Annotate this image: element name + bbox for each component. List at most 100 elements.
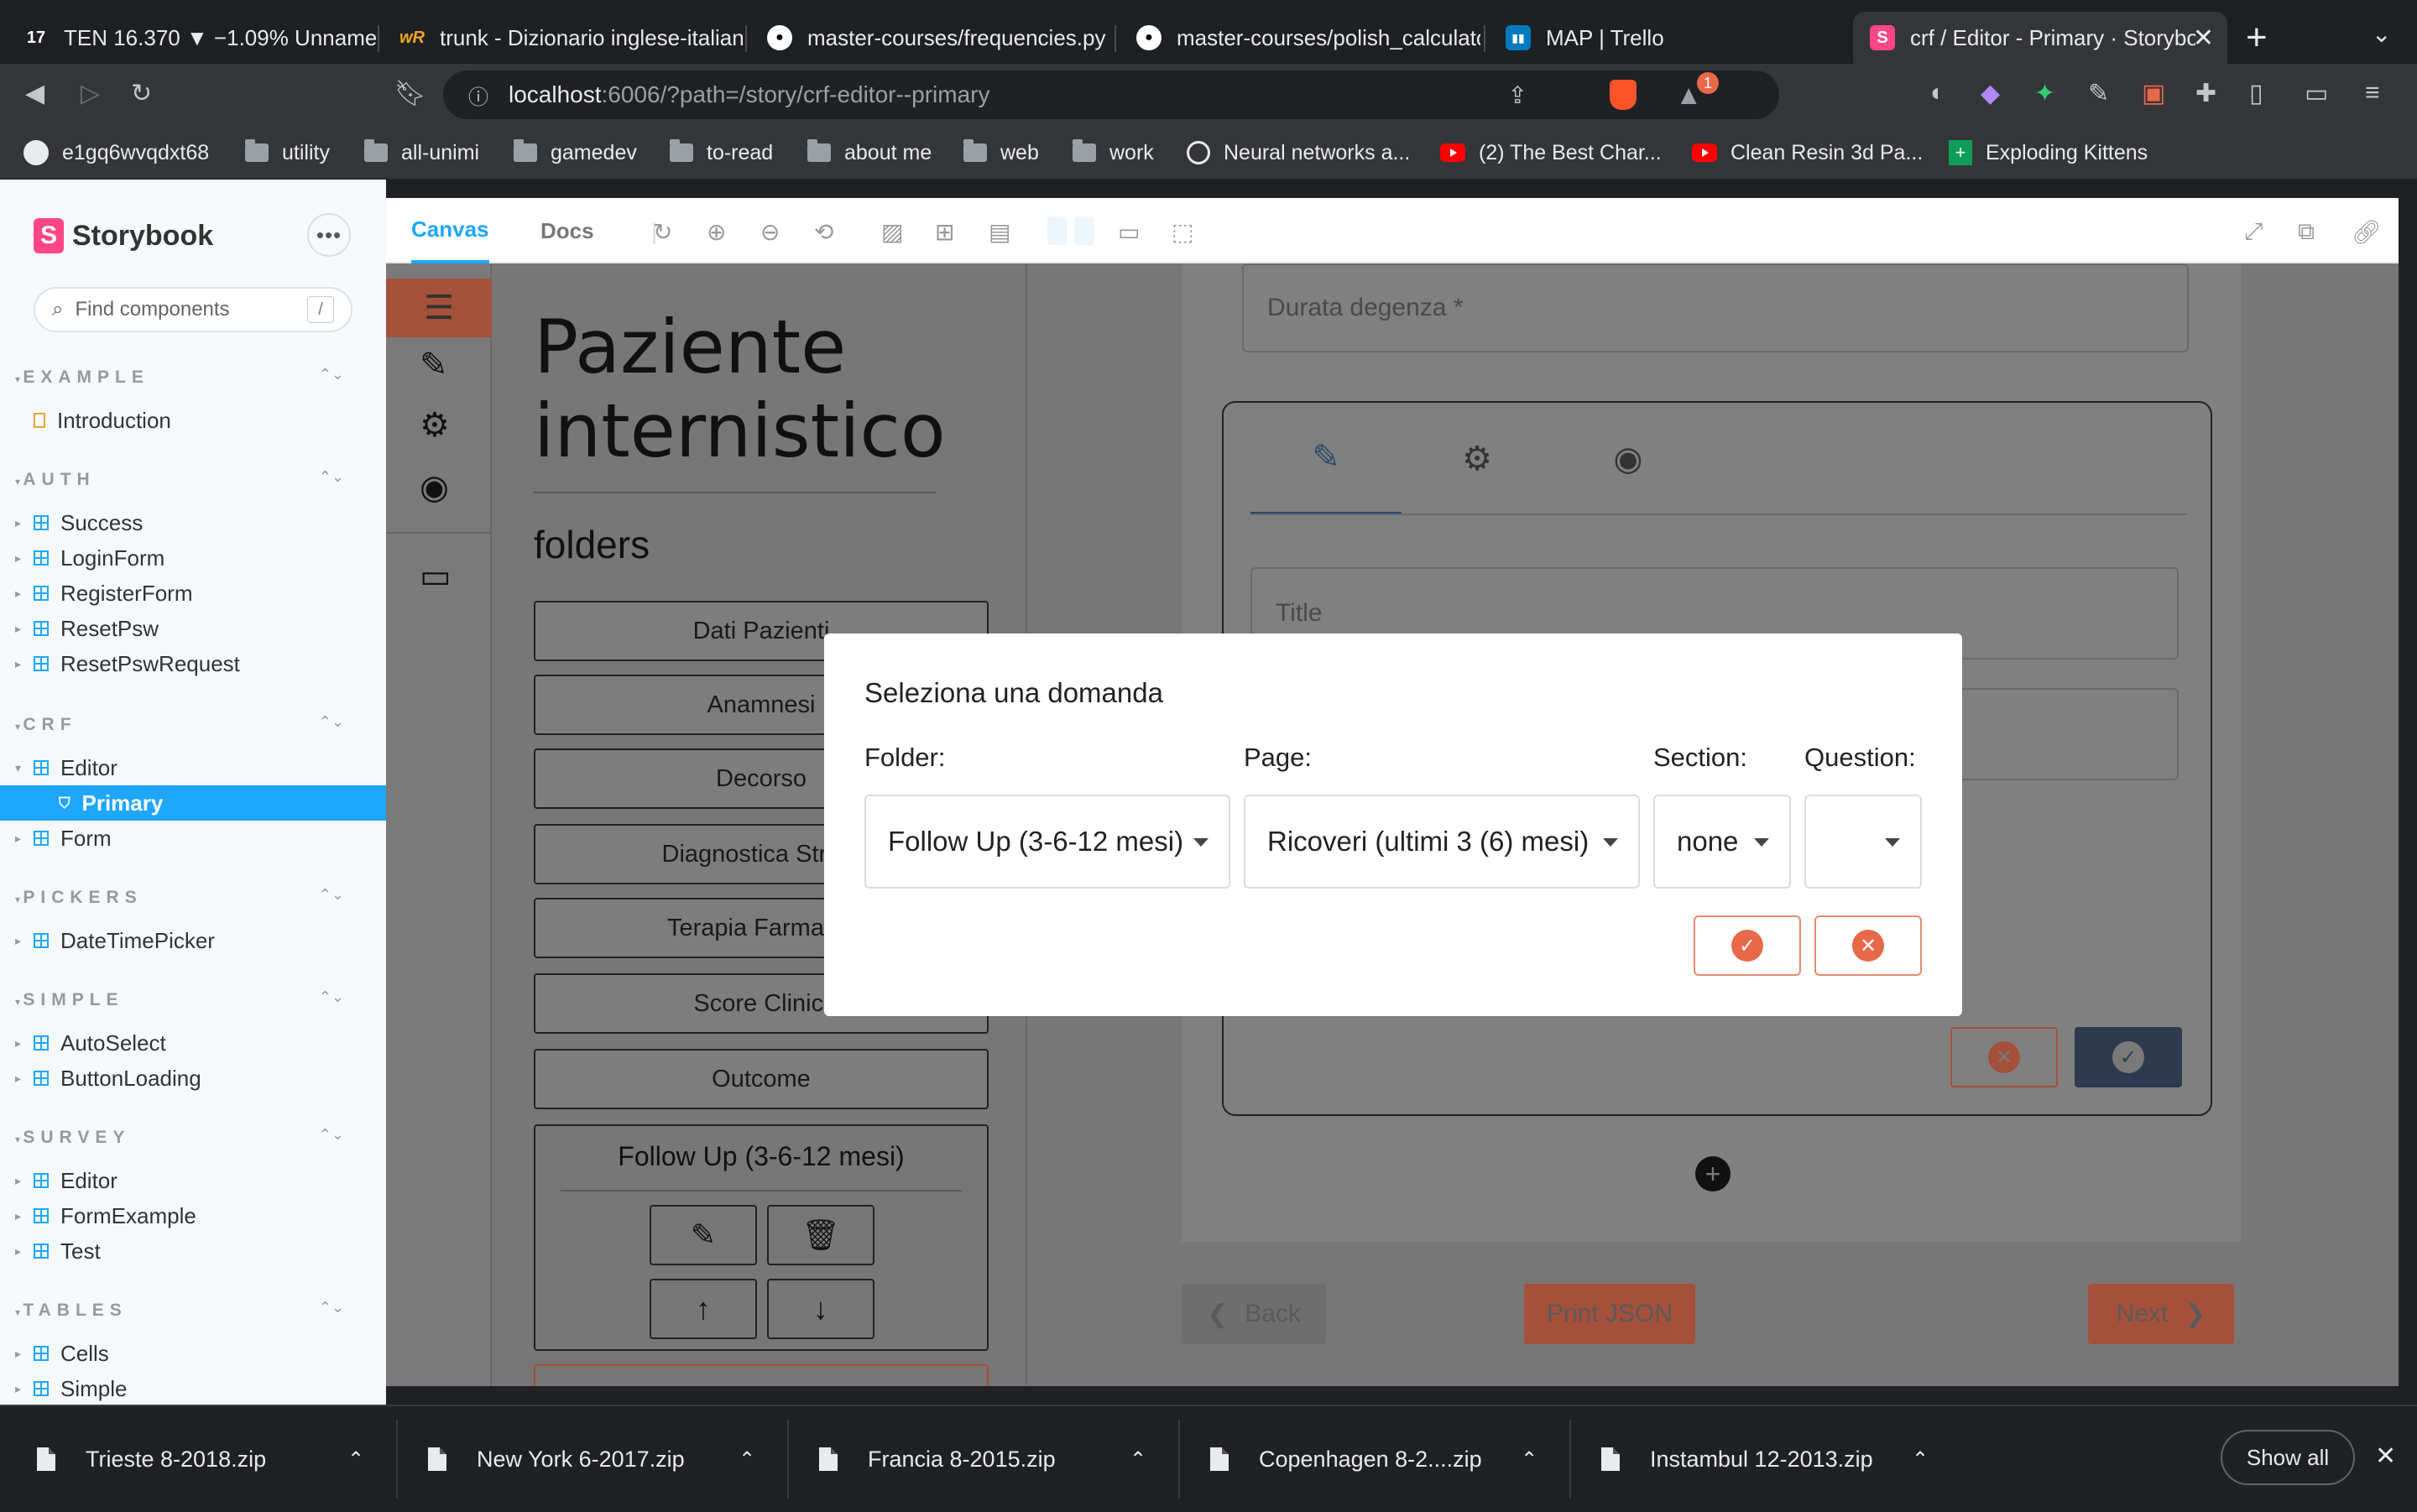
sidebar-item-formexample[interactable]: ▸ FormExample xyxy=(0,1198,386,1233)
gear-icon[interactable]: ⚙ xyxy=(1402,403,1553,515)
pencil-icon[interactable]: ✎ xyxy=(1250,403,1402,515)
group-auth[interactable]: ▾ AUTH xyxy=(15,470,96,490)
collapse-icon[interactable]: ⌃⌄ xyxy=(319,366,344,383)
extension-icon[interactable]: ◐ xyxy=(1930,79,1945,107)
share-icon[interactable]: ⇪ xyxy=(1508,81,1527,109)
download-item[interactable]: Copenhagen 8-2....zip ⌃ xyxy=(1173,1406,1537,1512)
sidebar-item-survey-editor[interactable]: ▸ Editor xyxy=(0,1163,386,1198)
fullscreen-icon[interactable]: ⤢ xyxy=(2244,218,2263,246)
back-icon[interactable]: ◀ xyxy=(25,79,44,108)
bookmark-item[interactable]: e1gq6wvqdxt68 xyxy=(23,138,209,168)
sidebar-item-loginform[interactable]: ▸ LoginForm xyxy=(0,540,386,576)
bookmark-folder[interactable]: about me xyxy=(807,138,932,168)
tab-search-icon[interactable]: ⌄ xyxy=(2372,20,2391,48)
page-select[interactable]: Ricoveri (ultimi 3 (6) mesi) xyxy=(1244,795,1640,889)
sidebar-item-resetpsw[interactable]: ▸ ResetPsw xyxy=(0,611,386,646)
remount-icon[interactable]: ↻ xyxy=(653,218,672,246)
bookmark-item[interactable]: (2) The Best Char... xyxy=(1440,138,1662,168)
close-tab-icon[interactable]: ✕ xyxy=(2193,23,2214,53)
group-survey[interactable]: ▾ SURVEY xyxy=(15,1128,130,1148)
chevron-up-icon[interactable]: ⌃ xyxy=(739,1447,755,1472)
tab-github-polish[interactable]: ● master-courses/polish_calculator xyxy=(1120,12,1480,64)
more-options-icon[interactable]: ••• xyxy=(307,213,351,257)
tab-wordreference[interactable]: wR trunk - Dizionario inglese-italiano xyxy=(383,12,744,64)
back-button[interactable]: ❮ Back xyxy=(1182,1284,1326,1344)
address-bar[interactable]: ⓘ localhost :6006/?path=/story/crf-edito… xyxy=(443,70,1779,119)
cancel-question-button[interactable]: ✕ xyxy=(1950,1027,2058,1087)
sidebar-item-primary-selected[interactable]: ⛉ Primary xyxy=(0,785,386,821)
bookmark-item[interactable]: Neural networks a... xyxy=(1187,138,1410,168)
chevron-up-icon[interactable]: ⌃ xyxy=(1912,1447,1929,1472)
chevron-up-icon[interactable]: ⌃ xyxy=(1130,1447,1146,1472)
extension-icon[interactable]: ◆ xyxy=(1981,79,2000,108)
gear-icon[interactable]: ⚙ xyxy=(420,406,450,445)
bookmark-item[interactable]: Clean Resin 3d Pa... xyxy=(1692,138,1923,168)
download-item[interactable]: New York 6-2017.zip ⌃ xyxy=(391,1406,755,1512)
sidebar-item-autoselect[interactable]: ▸ AutoSelect xyxy=(0,1025,386,1061)
puzzle-icon[interactable]: ✚ xyxy=(2195,79,2216,108)
add-folder-button[interactable] xyxy=(534,1364,989,1386)
pencil-icon[interactable]: ✎ xyxy=(420,346,448,384)
confirm-question-button[interactable]: ✓ xyxy=(2075,1027,2182,1087)
folder-select[interactable]: Follow Up (3-6-12 mesi) xyxy=(864,795,1230,889)
measure-icon[interactable]: ▭ xyxy=(1118,218,1140,246)
sidebar-item-simple[interactable]: ▸ Simple xyxy=(0,1371,386,1405)
collapse-icon[interactable]: ⌃⌄ xyxy=(319,468,344,486)
collapse-icon[interactable]: ⌃⌄ xyxy=(319,886,344,904)
zoom-out-icon[interactable]: ⊖ xyxy=(760,218,780,246)
collapse-icon[interactable]: ⌃⌄ xyxy=(319,1126,344,1144)
sidebar-item-resetpswrequest[interactable]: ▸ ResetPswRequest xyxy=(0,646,386,681)
extension-icon[interactable]: ▣ xyxy=(2142,79,2165,108)
bookmark-folder[interactable]: to-read xyxy=(670,138,773,168)
bookmark-page-icon[interactable]: 🔖︎ xyxy=(394,79,426,108)
edit-folder-button[interactable]: ✎ xyxy=(650,1205,757,1265)
addon-button[interactable] xyxy=(1047,216,1068,245)
grid-icon[interactable]: ⊞ xyxy=(935,218,954,246)
sidebar-item-test[interactable]: ▸ Test xyxy=(0,1233,386,1269)
collapse-icon[interactable]: ⌃⌄ xyxy=(319,1299,344,1316)
bookmark-folder[interactable]: utility xyxy=(245,138,330,168)
move-up-button[interactable]: ↑ xyxy=(650,1279,757,1339)
move-down-button[interactable]: ↓ xyxy=(767,1279,874,1339)
bookmark-folder[interactable]: web xyxy=(963,138,1039,168)
search-input[interactable]: ⌕ Find components / xyxy=(34,287,352,332)
tab-trello[interactable]: ▮▮ MAP | Trello xyxy=(1489,12,1850,64)
tab-github-frequencies[interactable]: ● master-courses/frequencies.py at xyxy=(750,12,1111,64)
folder-button[interactable]: Outcome xyxy=(534,1049,989,1109)
download-item[interactable]: Trieste 8-2018.zip ⌃ xyxy=(0,1406,364,1512)
new-tab-button[interactable]: + xyxy=(2246,17,2268,59)
group-tables[interactable]: ▾ TABLES xyxy=(15,1301,128,1321)
preview-icon[interactable]: ◉ xyxy=(1553,403,1704,515)
print-json-button[interactable]: Print JSON xyxy=(1524,1284,1695,1344)
wallet-icon[interactable]: ▭ xyxy=(2305,79,2328,108)
group-pickers[interactable]: ▾ PICKERS xyxy=(15,888,143,908)
section-select[interactable]: none xyxy=(1653,795,1791,889)
delete-folder-button[interactable]: 🗑︎ xyxy=(767,1205,874,1265)
brave-shield-icon[interactable] xyxy=(1610,80,1637,110)
forward-icon[interactable]: ▷ xyxy=(81,79,100,108)
sidebar-item-crf-editor[interactable]: ▾ Editor xyxy=(0,750,386,785)
sidebar-item-buttonloading[interactable]: ▸ ButtonLoading xyxy=(0,1061,386,1096)
add-question-icon[interactable]: + xyxy=(1695,1156,1731,1191)
extension-icon[interactable]: ✎ xyxy=(2088,79,2109,108)
copy-link-icon[interactable]: 🔗︎ xyxy=(2352,218,2382,246)
collapse-icon[interactable]: ⌃⌄ xyxy=(319,713,344,731)
sidebar-item-introduction[interactable]: Introduction xyxy=(0,403,386,438)
sidebar-item-registerform[interactable]: ▸ RegisterForm xyxy=(0,576,386,611)
list-icon[interactable]: ☰ xyxy=(386,279,492,337)
chevron-up-icon[interactable]: ⌃ xyxy=(347,1447,364,1472)
bookmark-folder[interactable]: work xyxy=(1073,138,1154,168)
next-button[interactable]: Next ❯ xyxy=(2088,1284,2234,1344)
confirm-button[interactable]: ✓ xyxy=(1694,915,1801,976)
zoom-reset-icon[interactable]: ⟲ xyxy=(814,218,833,246)
cancel-button[interactable]: ✕ xyxy=(1814,915,1922,976)
bookmark-folder[interactable]: all-unimi xyxy=(364,138,479,168)
viewport-icon[interactable]: ⬚ xyxy=(1172,218,1193,246)
show-all-button[interactable]: Show all xyxy=(2221,1430,2355,1485)
group-crf[interactable]: ▾ CRF xyxy=(15,715,77,735)
bookmark-item[interactable]: + Exploding Kittens xyxy=(1949,138,2148,168)
zoom-in-icon[interactable]: ⊕ xyxy=(707,218,726,246)
group-example[interactable]: ▾ EXAMPLE xyxy=(15,368,149,388)
sidebar-item-datetimepicker[interactable]: ▸ DateTimePicker xyxy=(0,923,386,958)
preview-icon[interactable]: ◉ xyxy=(420,468,449,507)
